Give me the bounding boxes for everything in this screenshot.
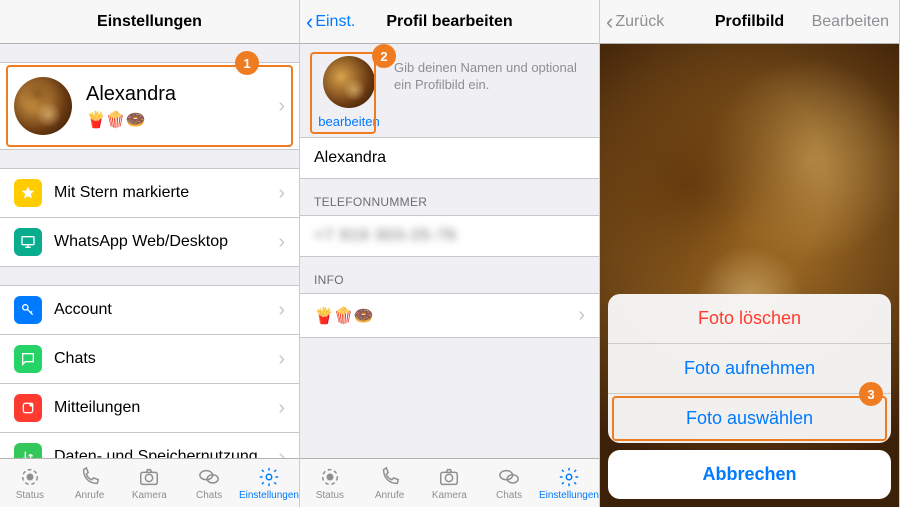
header-title: Einstellungen bbox=[97, 13, 202, 31]
sheet-take-photo[interactable]: Foto aufnehmen bbox=[608, 343, 891, 393]
tab-label: Kamera bbox=[432, 490, 467, 501]
row-web-desktop[interactable]: WhatsApp Web/Desktop bbox=[0, 217, 299, 266]
back-label: Zurück bbox=[615, 13, 664, 31]
header: ‹ Zurück Profilbild Bearbeiten bbox=[600, 0, 899, 44]
tab-status[interactable]: Status bbox=[300, 459, 360, 507]
row-storage[interactable]: Daten- und Speichernutzung bbox=[0, 432, 299, 458]
tab-bar: Status Anrufe Kamera Chats Einstellungen bbox=[0, 458, 299, 507]
back-button[interactable]: ‹ Einst. bbox=[306, 11, 355, 33]
tab-status[interactable]: Status bbox=[0, 459, 60, 507]
section-header-phone: TELEFONNUMMER bbox=[300, 179, 599, 215]
chevron-right-icon bbox=[278, 299, 285, 322]
chevron-right-icon bbox=[278, 446, 285, 459]
screen-edit-profile: ‹ Einst. Profil bearbeiten bearbeiten 2 … bbox=[300, 0, 600, 507]
chevron-right-icon bbox=[278, 182, 285, 205]
tab-chats[interactable]: Chats bbox=[179, 459, 239, 507]
row-account[interactable]: Account bbox=[0, 286, 299, 334]
notification-icon bbox=[14, 394, 42, 422]
tab-chats[interactable]: Chats bbox=[479, 459, 539, 507]
sheet-choose-photo[interactable]: Foto auswählen3 bbox=[608, 393, 891, 443]
profile-status: 🍟🍿🍩 bbox=[86, 110, 176, 130]
action-sheet: Foto löschen Foto aufnehmen Foto auswähl… bbox=[608, 294, 891, 443]
profile-row[interactable]: Alexandra 🍟🍿🍩 bbox=[0, 63, 299, 149]
row-label: Daten- und Speichernutzung bbox=[54, 448, 258, 458]
tab-camera[interactable]: Kamera bbox=[419, 459, 479, 507]
header: ‹ Einst. Profil bearbeiten bbox=[300, 0, 599, 44]
settings-content: Alexandra 🍟🍿🍩 1 Mit Stern markierte bbox=[0, 44, 299, 458]
tab-settings[interactable]: Einstellungen bbox=[239, 459, 299, 507]
row-chats[interactable]: Chats bbox=[0, 334, 299, 383]
tab-label: Chats bbox=[496, 490, 522, 501]
chevron-right-icon bbox=[278, 348, 285, 371]
tab-calls[interactable]: Anrufe bbox=[360, 459, 420, 507]
tab-settings[interactable]: Einstellungen bbox=[539, 459, 599, 507]
profile-hint: Gib deinen Namen und optional ein Profil… bbox=[384, 56, 585, 94]
name-value: Alexandra bbox=[314, 149, 386, 166]
desktop-icon bbox=[14, 228, 42, 256]
tab-label: Kamera bbox=[132, 490, 167, 501]
tab-label: Chats bbox=[196, 490, 222, 501]
back-label: Einst. bbox=[315, 13, 355, 31]
row-label: Chats bbox=[54, 350, 96, 368]
back-button[interactable]: ‹ Zurück bbox=[606, 11, 664, 33]
profile-group: Alexandra 🍟🍿🍩 1 bbox=[0, 62, 299, 150]
chevron-right-icon bbox=[278, 397, 285, 420]
info-row[interactable]: 🍟🍿🍩 bbox=[300, 293, 599, 338]
edit-photo-link[interactable]: bearbeiten bbox=[318, 114, 379, 129]
tab-label: Einstellungen bbox=[239, 490, 299, 501]
tab-label: Anrufe bbox=[75, 490, 104, 501]
tab-label: Anrufe bbox=[375, 490, 404, 501]
sheet-cancel[interactable]: Abbrechen bbox=[608, 450, 891, 499]
name-input[interactable]: Alexandra bbox=[300, 138, 599, 178]
sheet-delete-photo[interactable]: Foto löschen bbox=[608, 294, 891, 343]
tab-label: Einstellungen bbox=[539, 490, 599, 501]
row-label: Mitteilungen bbox=[54, 399, 140, 417]
phone-row: +7 919 303-25-76 bbox=[300, 215, 599, 257]
chevron-right-icon bbox=[278, 95, 285, 118]
info-value: 🍟🍿🍩 bbox=[314, 306, 374, 326]
row-label: WhatsApp Web/Desktop bbox=[54, 233, 228, 251]
tab-label: Status bbox=[16, 490, 44, 501]
star-icon bbox=[14, 179, 42, 207]
photo-content: Foto löschen Foto aufnehmen Foto auswähl… bbox=[600, 44, 899, 507]
tab-calls[interactable]: Anrufe bbox=[60, 459, 120, 507]
section-header-info: INFO bbox=[300, 257, 599, 293]
chevron-right-icon bbox=[578, 304, 585, 327]
chevron-right-icon bbox=[278, 231, 285, 254]
phone-value: +7 919 303-25-76 bbox=[314, 227, 457, 244]
header-title: Profil bearbeiten bbox=[386, 13, 512, 31]
tab-bar: Status Anrufe Kamera Chats Einstellungen bbox=[300, 458, 599, 507]
profile-text: Alexandra 🍟🍿🍩 bbox=[86, 83, 176, 130]
key-icon bbox=[14, 296, 42, 324]
tab-camera[interactable]: Kamera bbox=[119, 459, 179, 507]
header: Einstellungen bbox=[0, 0, 299, 44]
chevron-left-icon: ‹ bbox=[606, 11, 613, 33]
row-starred[interactable]: Mit Stern markierte bbox=[0, 169, 299, 217]
chat-icon bbox=[14, 345, 42, 373]
edit-button[interactable]: Bearbeiten bbox=[812, 13, 889, 31]
profile-name: Alexandra bbox=[86, 83, 176, 106]
tab-label: Status bbox=[316, 490, 344, 501]
row-notifications[interactable]: Mitteilungen bbox=[0, 383, 299, 432]
chevron-left-icon: ‹ bbox=[306, 11, 313, 33]
action-sheet-overlay: Foto löschen Foto aufnehmen Foto auswähl… bbox=[600, 44, 899, 507]
row-label: Mit Stern markierte bbox=[54, 184, 189, 202]
screen-profile-photo: ‹ Zurück Profilbild Bearbeiten Foto lösc… bbox=[600, 0, 900, 507]
edit-content: bearbeiten 2 Gib deinen Namen und option… bbox=[300, 44, 599, 458]
data-icon bbox=[14, 443, 42, 458]
avatar[interactable] bbox=[323, 56, 375, 108]
screen-settings: Einstellungen Alexandra 🍟🍿🍩 1 Mit Ste bbox=[0, 0, 300, 507]
avatar bbox=[14, 77, 72, 135]
header-title: Profilbild bbox=[715, 13, 784, 31]
row-label: Account bbox=[54, 301, 112, 319]
